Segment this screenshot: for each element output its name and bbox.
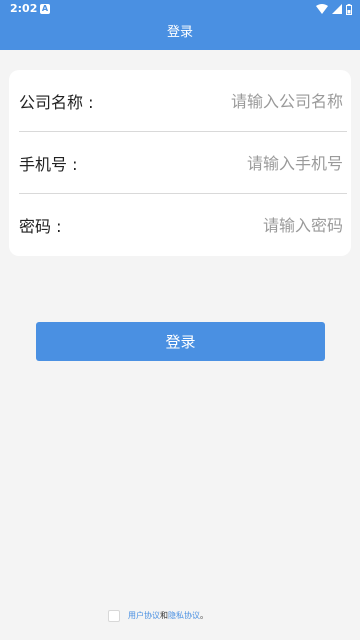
login-form-card: 公司名称 : 手机号 : 密码 : [9, 70, 351, 256]
user-agreement-link[interactable]: 用户协议 [128, 609, 160, 623]
password-input[interactable] [143, 210, 343, 240]
page-title: 登录 [166, 25, 193, 40]
privacy-policy-link[interactable]: 隐私协议 [168, 609, 200, 623]
status-bar: 2:02 A [0, 0, 360, 18]
phone-row: 手机号 : [9, 132, 351, 194]
phone-label: 手机号 : [19, 155, 78, 174]
top-bar: 2:02 A 登录 [0, 0, 360, 50]
agreement-row: 用户协议 和 隐私协议 。 [108, 609, 208, 623]
wifi-icon [316, 3, 328, 14]
company-name-input[interactable] [143, 86, 343, 116]
agreement-and-text: 和 [160, 611, 168, 620]
phone-input[interactable] [143, 148, 343, 178]
password-row: 密码 : [9, 194, 351, 256]
login-screen: 2:02 A 登录 公司名称 : 请输入公司名称 手机号: 请输入手机号 密码… [0, 0, 360, 640]
password-label: 密码 : [19, 217, 62, 236]
agreement-checkbox[interactable] [108, 610, 120, 622]
company-name-row: 公司名称 : [9, 70, 351, 132]
company-name-label: 公司名称 : [19, 93, 94, 112]
agreement-end-text: 。 [200, 611, 208, 620]
signal-icon [332, 4, 342, 14]
battery-icon [346, 3, 352, 15]
status-icons [316, 3, 352, 15]
notification-icon: A [40, 4, 50, 14]
login-button[interactable]: 登录 [36, 322, 325, 361]
status-time: 2:02 [10, 2, 38, 15]
